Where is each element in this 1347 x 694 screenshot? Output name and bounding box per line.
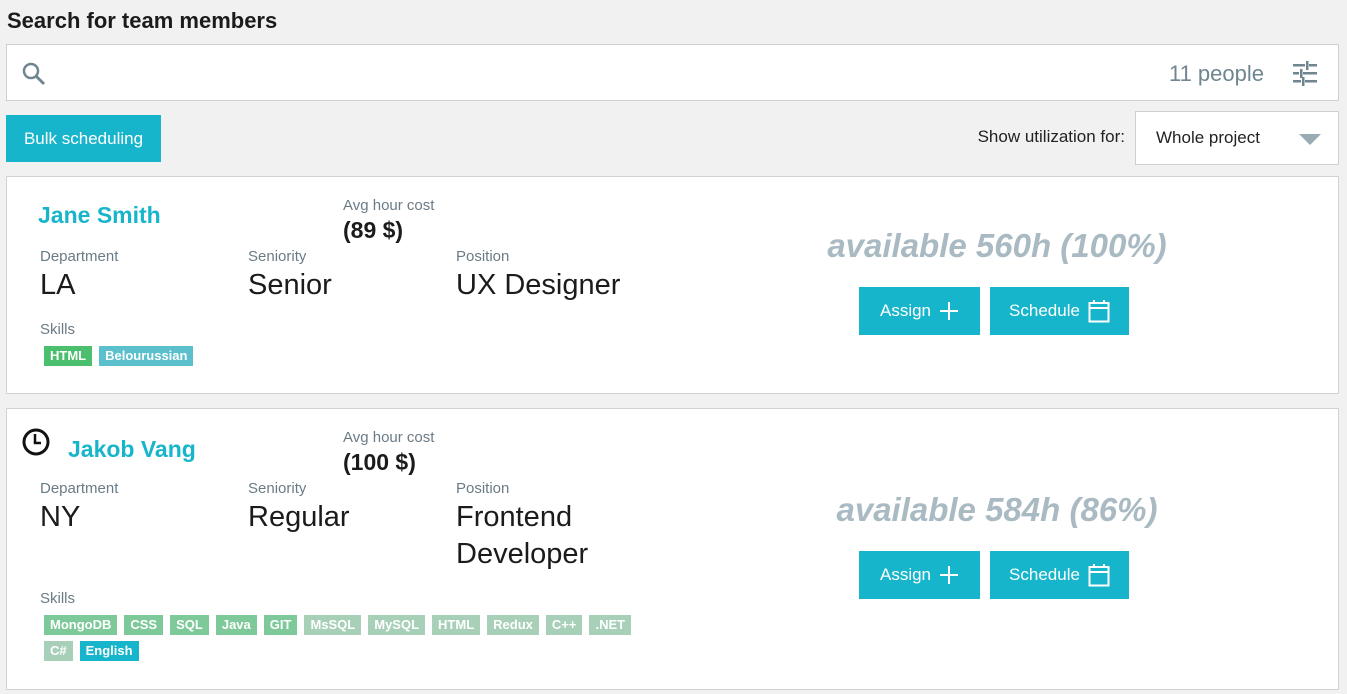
utilization-select[interactable]: Whole project: [1135, 111, 1339, 165]
calendar-icon: [1088, 299, 1110, 323]
schedule-button[interactable]: Schedule: [990, 551, 1129, 599]
skills-label: Skills: [40, 321, 76, 338]
avg-hour-cost-label: Avg hour cost: [343, 429, 435, 446]
skill-tag: C#: [44, 641, 73, 661]
member-card: Jakob Vang Avg hour cost (100 $) Departm…: [6, 408, 1339, 690]
page-title: Search for team members: [7, 8, 278, 33]
utilization-selected-value: Whole project: [1156, 128, 1260, 147]
skill-tag: MySQL: [368, 615, 426, 635]
skill-tag: C++: [545, 615, 583, 635]
plus-icon: [939, 565, 959, 585]
seniority-value: Regular: [248, 501, 350, 533]
search-box: 11 people: [6, 44, 1339, 101]
search-input[interactable]: [59, 53, 1149, 93]
member-card: Jane Smith Avg hour cost (89 $) Departme…: [6, 176, 1339, 394]
department-label: Department: [40, 480, 119, 497]
skill-tag: Redux: [487, 615, 539, 635]
skill-tag: HTML: [44, 346, 93, 366]
skill-tag: MongoDB: [44, 615, 118, 635]
schedule-label: Schedule: [1009, 565, 1080, 584]
skill-tag: MsSQL: [304, 615, 362, 635]
chevron-down-icon: [1299, 134, 1321, 145]
skill-tag: .NET: [589, 615, 632, 635]
seniority-value: Senior: [248, 269, 332, 301]
plus-icon: [939, 301, 959, 321]
skill-tag: English: [79, 641, 139, 661]
position-value: UX Designer: [456, 269, 621, 301]
availability-text: available 584h (86%): [836, 491, 1158, 528]
skill-tag: Belourussian: [99, 346, 194, 366]
utilization-label: Show utilization for:: [977, 127, 1125, 146]
position-label: Position: [456, 248, 510, 265]
assign-button[interactable]: Assign: [859, 287, 980, 335]
calendar-icon: [1088, 563, 1110, 587]
avg-hour-cost-label: Avg hour cost: [343, 197, 435, 214]
skill-tag: GIT: [263, 615, 298, 635]
department-value: NY: [40, 501, 81, 533]
assign-label: Assign: [879, 565, 932, 584]
avg-hour-cost-value: (89 $): [343, 217, 404, 243]
member-name[interactable]: Jakob Vang: [68, 436, 196, 463]
schedule-label: Schedule: [1009, 301, 1080, 320]
position-value: Frontend Developer: [456, 501, 589, 570]
bulk-scheduling-button[interactable]: Bulk scheduling: [6, 115, 161, 162]
skill-tag: SQL: [170, 615, 209, 635]
search-icon: [21, 61, 47, 87]
skill-tag: Java: [215, 615, 257, 635]
people-count: 11 people: [1168, 61, 1264, 86]
skills-label: Skills: [40, 590, 76, 607]
skill-tag: HTML: [432, 615, 481, 635]
clock-icon: [21, 427, 51, 457]
position-label: Position: [456, 480, 510, 497]
seniority-label: Seniority: [248, 248, 307, 265]
member-name[interactable]: Jane Smith: [38, 202, 161, 229]
sliders-icon[interactable]: [1292, 60, 1318, 86]
availability-text: available 560h (100%): [827, 227, 1167, 264]
schedule-button[interactable]: Schedule: [990, 287, 1129, 335]
skills-list: HTML Belourussian: [44, 346, 644, 366]
department-value: LA: [40, 269, 76, 301]
assign-button[interactable]: Assign: [859, 551, 980, 599]
assign-label: Assign: [879, 301, 932, 320]
avg-hour-cost-value: (100 $): [343, 449, 416, 475]
skill-tag: CSS: [124, 615, 164, 635]
seniority-label: Seniority: [248, 480, 307, 497]
skills-list: MongoDB CSS SQL Java GIT MsSQL MySQL HTML Redux C…: [44, 615, 634, 661]
department-label: Department: [40, 248, 119, 265]
